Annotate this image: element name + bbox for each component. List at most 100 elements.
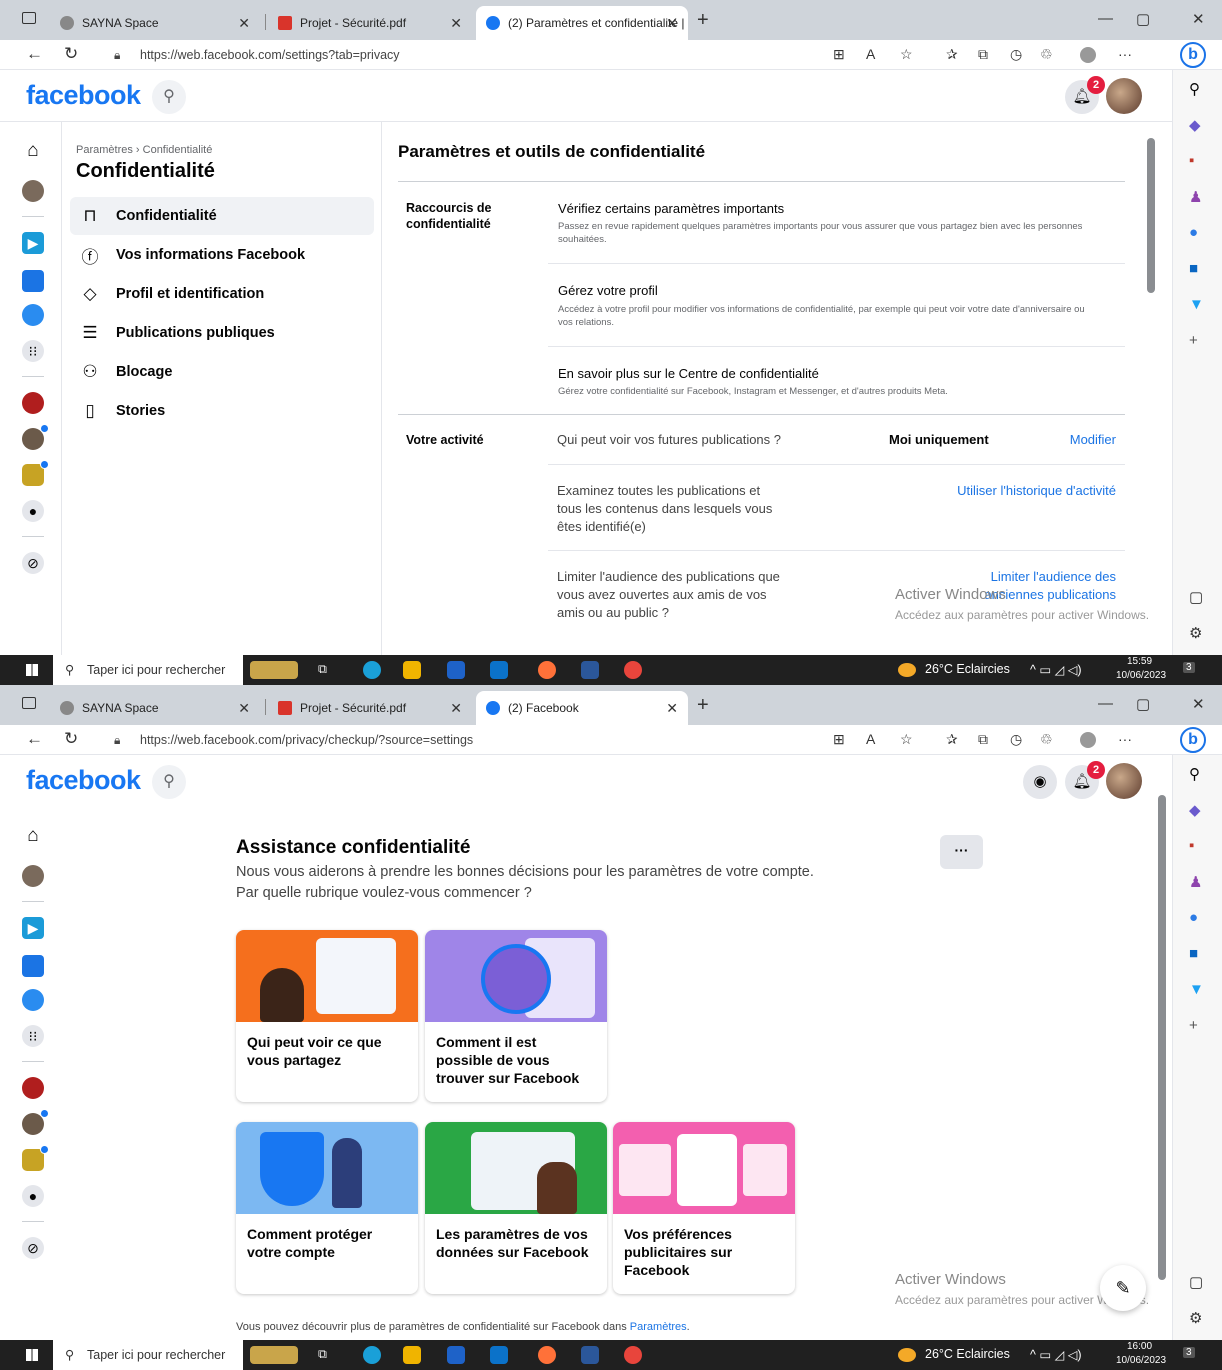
notification-center-icon[interactable]: 3 (1183, 1347, 1195, 1358)
task-view-icon[interactable]: ⧉ (318, 662, 327, 677)
firefox-icon[interactable] (538, 1346, 556, 1364)
avatar[interactable] (1106, 763, 1142, 799)
close-icon[interactable]: ✕ (238, 700, 250, 717)
collections-icon[interactable]: ⧉ (978, 46, 988, 63)
restore-icon[interactable]: ▢ (1136, 695, 1150, 713)
sidebar-toggle-icon[interactable]: ▢ (1189, 588, 1203, 606)
gaming-icon[interactable] (22, 304, 44, 326)
search-icon[interactable]: ⚲ (152, 80, 186, 114)
file-explorer-icon[interactable] (403, 1346, 421, 1364)
sidebar-item-informations[interactable]: ⓕ Vos informations Facebook (70, 236, 374, 274)
news-widget-icon[interactable] (250, 1346, 298, 1364)
store-icon[interactable] (447, 1346, 465, 1364)
word-icon[interactable] (581, 661, 599, 679)
add-icon[interactable]: + (1189, 1017, 1198, 1034)
profile-icon[interactable] (1080, 732, 1096, 748)
sidebar-item-confidentialite[interactable]: ⊓ Confidentialité (70, 197, 374, 235)
gaming-icon[interactable] (22, 989, 44, 1011)
close-icon[interactable]: ✕ (238, 15, 250, 32)
sidebar-item-publications[interactable]: ☰ Publications publiques (70, 314, 374, 352)
url-field[interactable]: 🔒︎ https://web.facebook.com/settings?tab… (100, 43, 800, 67)
menu-grid-icon[interactable]: ⁝⁝ (22, 1025, 44, 1047)
groups-icon[interactable]: ● (22, 500, 44, 522)
office-icon[interactable]: ● (1189, 224, 1198, 241)
history-icon[interactable]: ◷ (1010, 731, 1022, 748)
new-tab-icon[interactable]: + (697, 694, 709, 717)
mail-icon[interactable] (490, 661, 508, 679)
tab-actions-icon[interactable] (22, 697, 36, 709)
more-options-button[interactable]: ··· (940, 835, 983, 869)
taskbar-search[interactable]: ⚲ Taper ici pour rechercher (53, 655, 243, 685)
card-who-can-see[interactable]: Qui peut voir ce que vous partagez (236, 930, 418, 1102)
immersive-reader-icon[interactable]: ⊞ (833, 731, 845, 748)
windows-start-icon[interactable] (26, 664, 38, 676)
activity-log-link[interactable]: Utiliser l'historique d'activité (957, 482, 1116, 500)
outlook-icon[interactable]: ■ (1189, 260, 1198, 277)
watch-icon[interactable]: ▶ (22, 232, 44, 254)
favorites-icon[interactable]: ✰ (946, 46, 958, 63)
close-icon[interactable]: ✕ (666, 700, 678, 717)
search-icon[interactable]: ⚲ (1189, 80, 1200, 98)
card-data-settings[interactable]: Les paramètres de vos données sur Facebo… (425, 1122, 607, 1294)
extensions-icon[interactable]: ♲ (1040, 731, 1053, 748)
notification-center-icon[interactable]: 3 (1183, 662, 1195, 673)
mail-icon[interactable] (490, 1346, 508, 1364)
tab-sayna[interactable]: SAYNA Space ✕ (50, 6, 260, 40)
more-icon[interactable]: ··· (1118, 46, 1132, 62)
edge-icon[interactable] (363, 661, 381, 679)
immersive-reader-icon[interactable]: ⊞ (833, 46, 845, 63)
clock-time[interactable]: 16:00 (1127, 1341, 1152, 1352)
shortcut-title[interactable]: Vérifiez certains paramètres importants (558, 200, 784, 218)
facebook-logo[interactable]: facebook (26, 765, 141, 796)
profile-avatar-icon[interactable] (22, 865, 44, 887)
tab-pdf[interactable]: Projet - Sécurité.pdf ✕ (268, 691, 472, 725)
tab-facebook[interactable]: (2) Facebook ✕ (476, 691, 688, 725)
messenger-button[interactable]: ◉ (1023, 765, 1057, 799)
groups-icon[interactable]: ● (22, 1185, 44, 1207)
tray-icons[interactable]: ^ ▭ ◿ ◁) (1030, 662, 1081, 677)
favorite-star-icon[interactable]: ☆ (900, 46, 913, 63)
minimize-icon[interactable]: — (1098, 10, 1113, 27)
new-tab-icon[interactable]: + (697, 9, 709, 32)
shortcut-title[interactable]: En savoir plus sur le Centre de confiden… (558, 365, 819, 383)
taskbar-search[interactable]: ⚲ Taper ici pour rechercher (53, 1340, 243, 1370)
store-icon[interactable] (447, 661, 465, 679)
scrollbar[interactable] (1158, 795, 1166, 1280)
read-aloud-icon[interactable]: A (866, 46, 875, 62)
windows-start-icon[interactable] (26, 1349, 38, 1361)
refresh-icon[interactable]: ↻ (64, 44, 78, 64)
history-icon[interactable]: ◷ (1010, 46, 1022, 63)
sidebar-item-blocage[interactable]: ⚇ Blocage (70, 353, 374, 391)
shortcut-avatar-icon[interactable] (22, 392, 44, 414)
collections-icon[interactable]: ⧉ (978, 731, 988, 748)
favorites-icon[interactable]: ✰ (946, 731, 958, 748)
search-icon[interactable]: ⚲ (152, 765, 186, 799)
games-icon[interactable]: ♟ (1189, 188, 1202, 206)
tab-facebook-settings[interactable]: (2) Paramètres et confidentialité | ✕ (476, 6, 688, 40)
chrome-icon[interactable] (624, 661, 642, 679)
facebook-logo[interactable]: facebook (26, 80, 141, 111)
avatar[interactable] (1106, 78, 1142, 114)
link-icon[interactable]: ⊘ (22, 552, 44, 574)
send-icon[interactable]: ▼ (1189, 981, 1204, 998)
menu-grid-icon[interactable]: ⁝⁝ (22, 340, 44, 362)
shopping-icon[interactable]: ◆ (1189, 801, 1201, 819)
marketplace-icon[interactable] (22, 955, 44, 977)
shortcut-avatar-icon[interactable] (22, 1077, 44, 1099)
link-icon[interactable]: ⊘ (22, 1237, 44, 1259)
bing-icon[interactable]: b (1180, 727, 1206, 753)
watch-icon[interactable]: ▶ (22, 917, 44, 939)
home-icon[interactable]: ⌂ (22, 825, 44, 847)
new-message-button[interactable]: ✎ (1100, 1265, 1146, 1311)
minimize-icon[interactable]: — (1098, 695, 1113, 712)
read-aloud-icon[interactable]: A (866, 731, 875, 747)
tools-icon[interactable]: ▪ (1189, 837, 1194, 854)
weather-text[interactable]: 26°C Eclaircies (925, 1347, 1010, 1361)
weather-text[interactable]: 26°C Eclaircies (925, 662, 1010, 676)
back-icon[interactable]: ← (26, 44, 43, 64)
close-icon[interactable]: ✕ (450, 700, 462, 717)
scrollbar[interactable] (1147, 138, 1155, 293)
profile-avatar-icon[interactable] (22, 180, 44, 202)
favorite-star-icon[interactable]: ☆ (900, 731, 913, 748)
extensions-icon[interactable]: ♲ (1040, 46, 1053, 63)
